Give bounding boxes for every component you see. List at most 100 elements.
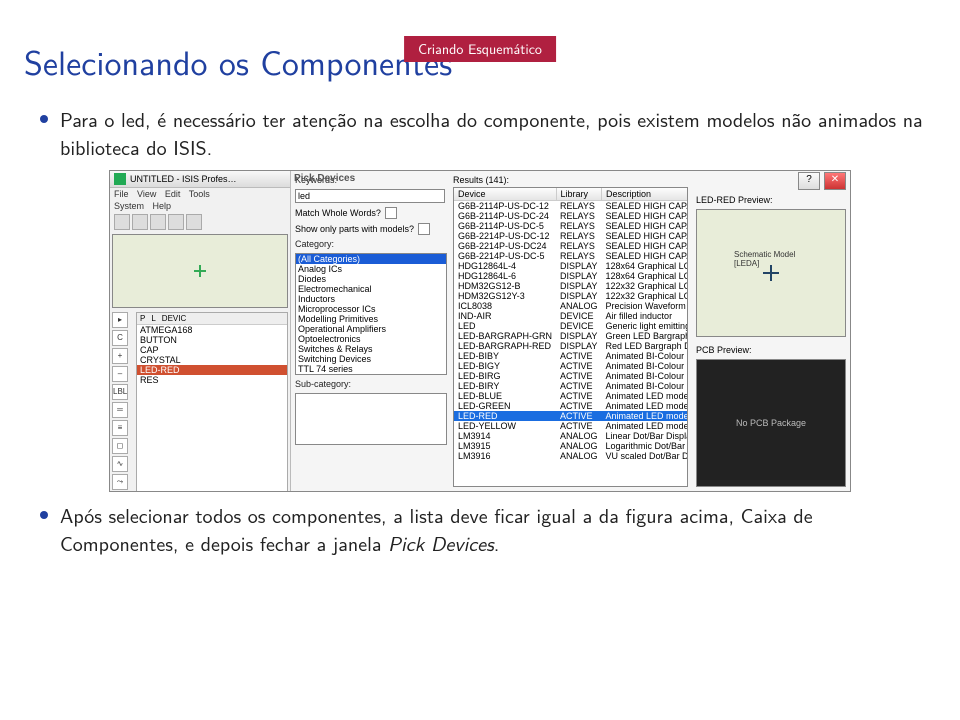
tool-minus-icon[interactable]: – xyxy=(112,366,128,382)
list-item[interactable]: CRYSTAL xyxy=(137,355,287,365)
isis-tool-palette[interactable]: ▸ C + – LBL ═ ≡ ◻ ∿ ⤳ xyxy=(110,310,134,491)
list-item[interactable]: Analog ICs xyxy=(296,264,446,274)
table-row[interactable]: G6B-2114P-US-DC-12RELAYSSEALED HIGH CAPA… xyxy=(454,201,688,212)
table-cell: LED-BARGRAPH-GRN xyxy=(454,331,556,341)
tool-label-icon[interactable]: LBL xyxy=(112,384,128,400)
table-cell: LED-BIGY xyxy=(454,361,556,371)
checkbox-icon[interactable] xyxy=(418,223,430,235)
table-row[interactable]: LED-BIBYACTIVEAnimated BI-Colour LED mod… xyxy=(454,351,688,361)
table-row[interactable]: HDM32GS12Y-3DISPLAY122x32 Graphical LCD … xyxy=(454,291,688,301)
isis-menubar[interactable]: File View Edit Tools xyxy=(110,188,290,200)
tool-generator-icon[interactable]: ∿ xyxy=(112,456,128,472)
subcategory-listbox[interactable] xyxy=(295,393,447,445)
table-row[interactable]: HDM32GS12-BDISPLAY122x32 Graphical LCD w… xyxy=(454,281,688,291)
tool-probe-icon[interactable]: ⤳ xyxy=(112,474,128,490)
pcb-preview-label: PCB Preview: xyxy=(696,345,846,355)
results-table[interactable]: Device Library Description G6B-2114P-US-… xyxy=(453,187,688,487)
list-item[interactable]: Diodes xyxy=(296,274,446,284)
list-item[interactable]: ATMEGA168 xyxy=(137,325,287,335)
table-cell: ACTIVE xyxy=(556,371,602,381)
table-row[interactable]: LED-BIGYACTIVEAnimated BI-Colour LED mod… xyxy=(454,361,688,371)
table-row[interactable]: ICL8038ANALOGPrecision Waveform Generato… xyxy=(454,301,688,311)
table-row[interactable]: LED-REDACTIVEAnimated LED model (Red) xyxy=(454,411,688,421)
keywords-input[interactable] xyxy=(295,189,445,203)
menu-help[interactable]: Help xyxy=(153,201,172,211)
menu-file[interactable]: File xyxy=(114,189,129,199)
tool-terminal-icon[interactable]: ◻ xyxy=(112,438,128,454)
help-button[interactable]: ? xyxy=(798,172,820,190)
table-row[interactable]: LED-YELLOWACTIVEAnimated LED model (Yell… xyxy=(454,421,688,431)
table-cell: RELAYS xyxy=(556,251,602,261)
only-models-label: Show only parts with models? xyxy=(295,224,414,234)
table-cell: RELAYS xyxy=(556,211,602,221)
toolbar-button[interactable] xyxy=(114,214,130,230)
list-item[interactable]: Modelling Primitives xyxy=(296,314,446,324)
table-row[interactable]: G6B-2214P-US-DC-5RELAYSSEALED HIGH CAPAC… xyxy=(454,251,688,261)
list-item[interactable]: BUTTON xyxy=(137,335,287,345)
list-item[interactable]: (All Categories) xyxy=(296,254,446,264)
menu-system[interactable]: System xyxy=(114,201,144,211)
match-whole-checkbox[interactable]: Match Whole Words? xyxy=(295,207,445,219)
list-item[interactable]: Operational Amplifiers xyxy=(296,324,446,334)
table-row[interactable]: HDG12864L-6DISPLAY128x64 Graphical LCD w… xyxy=(454,271,688,281)
table-row[interactable]: LED-BARGRAPH-GRNDISPLAYGreen LED Bargrap… xyxy=(454,331,688,341)
checkbox-icon[interactable] xyxy=(385,207,397,219)
comp-col-p[interactable]: P xyxy=(140,314,145,323)
table-row[interactable]: G6B-2114P-US-DC-5RELAYSSEALED HIGH CAPAC… xyxy=(454,221,688,231)
table-row[interactable]: G6B-2214P-US-DC24RELAYSSEALED HIGH CAPAC… xyxy=(454,241,688,251)
list-item[interactable]: Inductors xyxy=(296,294,446,304)
comp-col-device[interactable]: DEVIC xyxy=(162,314,186,323)
col-device[interactable]: Device xyxy=(454,188,556,201)
tool-rotate-icon[interactable]: C xyxy=(112,330,128,346)
isis-toolbar[interactable] xyxy=(110,212,290,232)
toolbar-button[interactable] xyxy=(150,214,166,230)
table-row[interactable]: LED-BLUEACTIVEAnimated LED model (Blue) xyxy=(454,391,688,401)
list-item[interactable]: RES xyxy=(137,375,287,385)
table-row[interactable]: LM3914ANALOGLinear Dot/Bar Display Drive… xyxy=(454,431,688,441)
menu-tools[interactable]: Tools xyxy=(189,189,210,199)
menu-edit[interactable]: Edit xyxy=(165,189,181,199)
table-row[interactable]: LM3915ANALOGLogarithmic Dot/Bar Display … xyxy=(454,441,688,451)
tool-wire-icon[interactable]: ═ xyxy=(112,402,128,418)
list-item[interactable]: Switching Devices xyxy=(296,354,446,364)
schematic-preview: Schematic Model [LEDA] xyxy=(696,209,846,337)
list-item[interactable]: TTL 74LS series xyxy=(296,374,446,375)
close-button[interactable]: ✕ xyxy=(824,172,846,190)
list-item[interactable]: Optoelectronics xyxy=(296,334,446,344)
list-item[interactable]: Microprocessor ICs xyxy=(296,304,446,314)
bullet-2-post: . xyxy=(494,529,500,558)
isis-window: UNTITLED - ISIS Profes… File View Edit T… xyxy=(110,171,291,491)
list-item[interactable]: CAP xyxy=(137,345,287,355)
table-row[interactable]: LED-BIRYACTIVEAnimated BI-Colour LED mod… xyxy=(454,381,688,391)
isis-menubar-2[interactable]: System Help xyxy=(110,200,290,212)
table-row[interactable]: HDG12864L-4DISPLAY128x64 Graphical LCD w… xyxy=(454,261,688,271)
table-row[interactable]: LED-BIRGACTIVEAnimated BI-Colour LED mod… xyxy=(454,371,688,381)
toolbar-button[interactable] xyxy=(168,214,184,230)
tool-bus-icon[interactable]: ≡ xyxy=(112,420,128,436)
component-box[interactable]: P L DEVIC ATMEGA168BUTTONCAPCRYSTALLED-R… xyxy=(136,312,288,491)
list-item[interactable]: LED-RED xyxy=(137,365,287,375)
list-item[interactable]: TTL 74 series xyxy=(296,364,446,374)
list-item[interactable]: Electromechanical xyxy=(296,284,446,294)
table-row[interactable]: IND-AIRDEVICEAir filled inductor xyxy=(454,311,688,321)
menu-view[interactable]: View xyxy=(137,189,156,199)
comp-col-l[interactable]: L xyxy=(151,314,155,323)
table-cell: Animated BI-Colour LED model (Green/Ambe… xyxy=(602,361,688,371)
toolbar-button[interactable] xyxy=(132,214,148,230)
table-row[interactable]: LEDDEVICEGeneric light emitting diode (L… xyxy=(454,321,688,331)
col-library[interactable]: Library xyxy=(556,188,602,201)
component-list[interactable]: ATMEGA168BUTTONCAPCRYSTALLED-REDRES xyxy=(137,325,287,385)
table-row[interactable]: G6B-2214P-US-DC-12RELAYSSEALED HIGH CAPA… xyxy=(454,231,688,241)
toolbar-button[interactable] xyxy=(186,214,202,230)
only-models-checkbox[interactable]: Show only parts with models? xyxy=(295,223,445,235)
col-description[interactable]: Description xyxy=(602,188,688,201)
tool-plus-icon[interactable]: + xyxy=(112,348,128,364)
list-item[interactable]: Switches & Relays xyxy=(296,344,446,354)
tool-pointer-icon[interactable]: ▸ xyxy=(112,312,128,328)
table-row[interactable]: G6B-2114P-US-DC-24RELAYSSEALED HIGH CAPA… xyxy=(454,211,688,221)
table-cell: LED-BARGRAPH-RED xyxy=(454,341,556,351)
table-row[interactable]: LED-GREENACTIVEAnimated LED model (Green… xyxy=(454,401,688,411)
category-listbox[interactable]: (All Categories)Analog ICsDiodesElectrom… xyxy=(295,253,447,375)
table-row[interactable]: LED-BARGRAPH-REDDISPLAYRed LED Bargraph … xyxy=(454,341,688,351)
table-row[interactable]: LM3916ANALOGVU scaled Dot/Bar Display Dr… xyxy=(454,451,688,461)
